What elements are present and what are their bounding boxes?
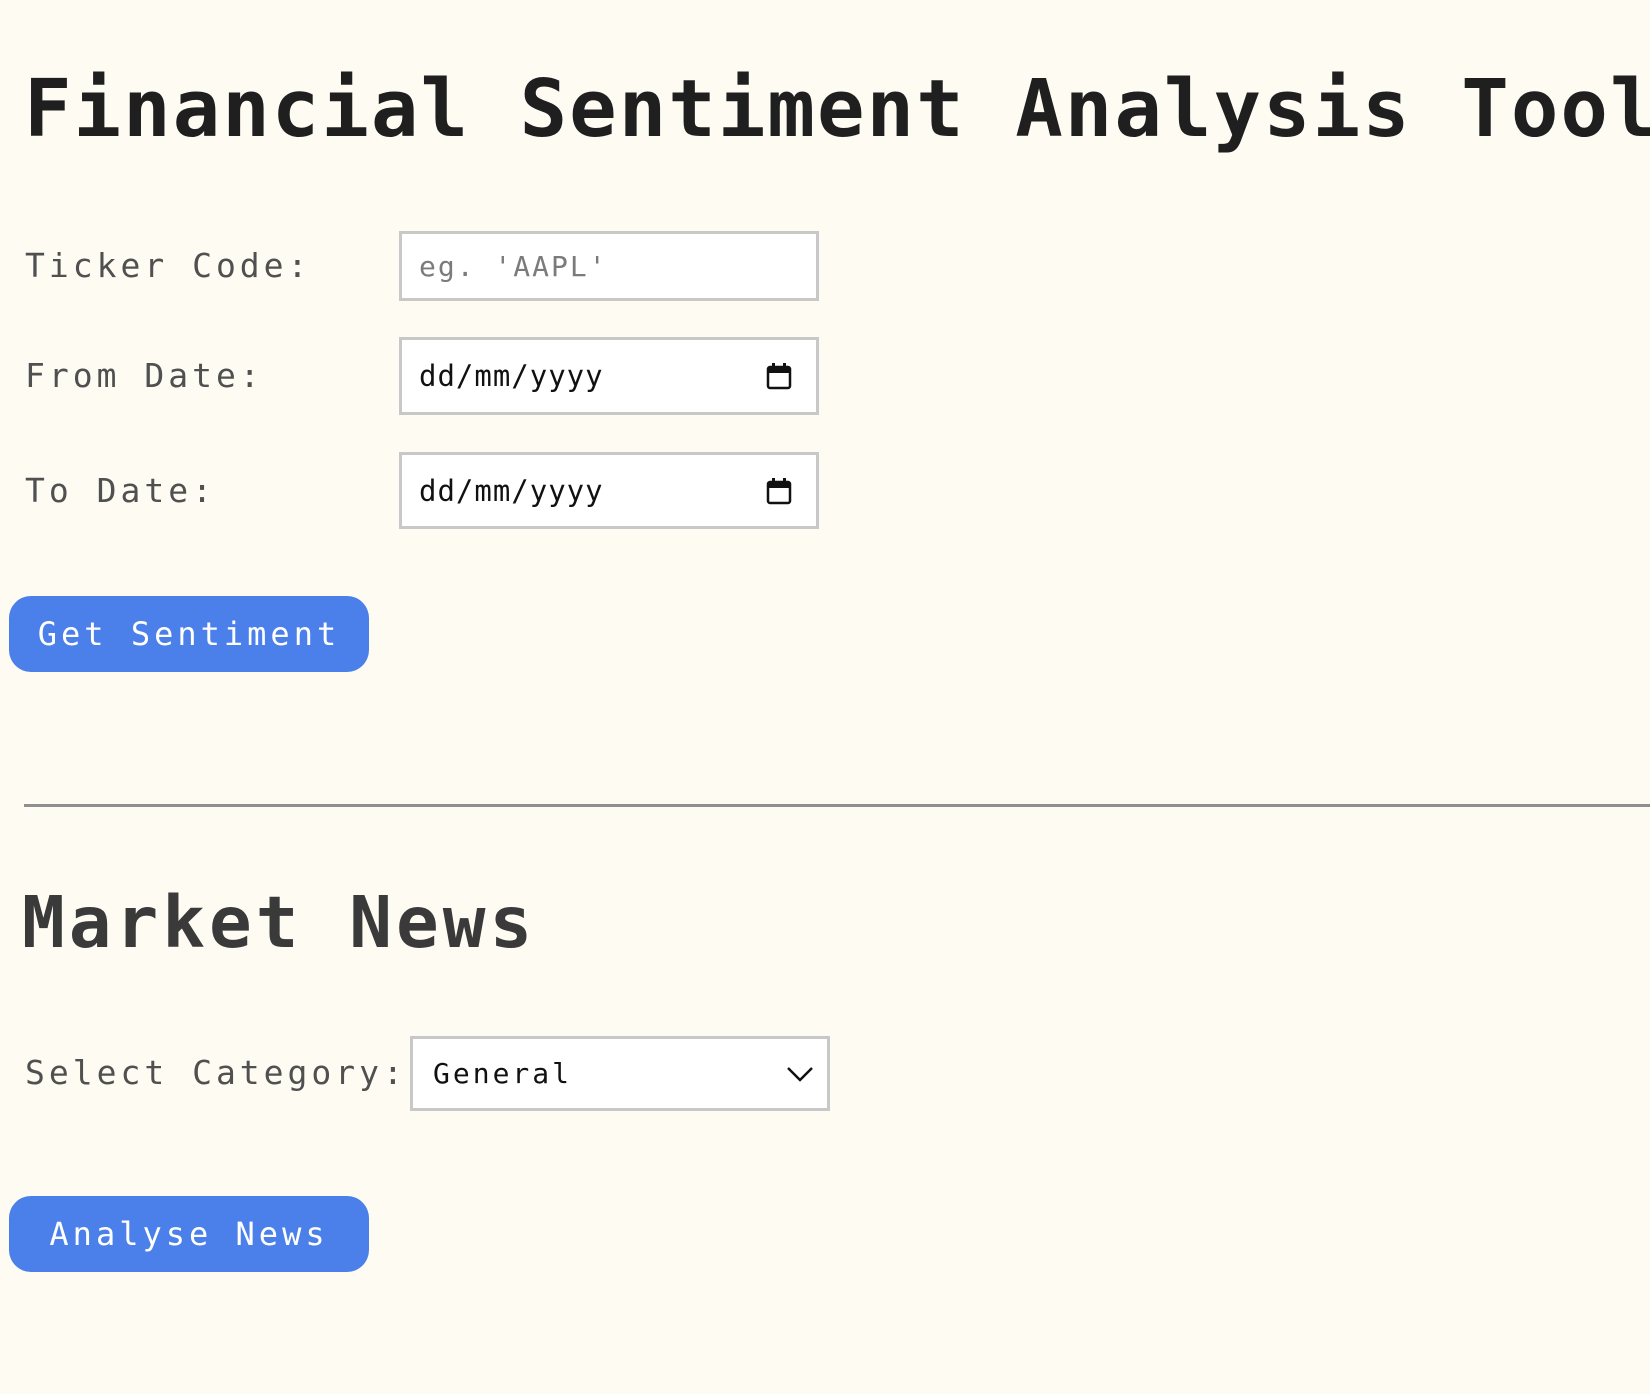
section-divider <box>24 804 1650 807</box>
get-sentiment-button[interactable]: Get Sentiment <box>9 596 369 672</box>
market-news-title: Market News <box>22 881 537 964</box>
ticker-code-label: Ticker Code: <box>25 246 312 285</box>
analyse-news-button[interactable]: Analyse News <box>9 1196 369 1272</box>
from-date-input[interactable]: dd/mm/yyyy <box>399 337 819 415</box>
chevron-down-icon <box>783 1057 817 1091</box>
to-date-value: dd/mm/yyyy <box>419 473 604 508</box>
calendar-icon[interactable] <box>762 359 796 393</box>
calendar-icon[interactable] <box>762 474 796 508</box>
category-select[interactable]: General <box>410 1036 830 1111</box>
to-date-label: To Date: <box>25 471 216 510</box>
ticker-code-placeholder: eg. 'AAPL' <box>419 249 608 283</box>
select-category-label: Select Category: <box>25 1053 407 1092</box>
to-date-input[interactable]: dd/mm/yyyy <box>399 452 819 529</box>
from-date-value: dd/mm/yyyy <box>419 359 604 393</box>
from-date-label: From Date: <box>25 356 264 395</box>
category-selected-value: General <box>433 1057 573 1090</box>
page-title: Financial Sentiment Analysis Tool <box>24 63 1650 155</box>
ticker-code-input[interactable]: eg. 'AAPL' <box>399 231 819 301</box>
